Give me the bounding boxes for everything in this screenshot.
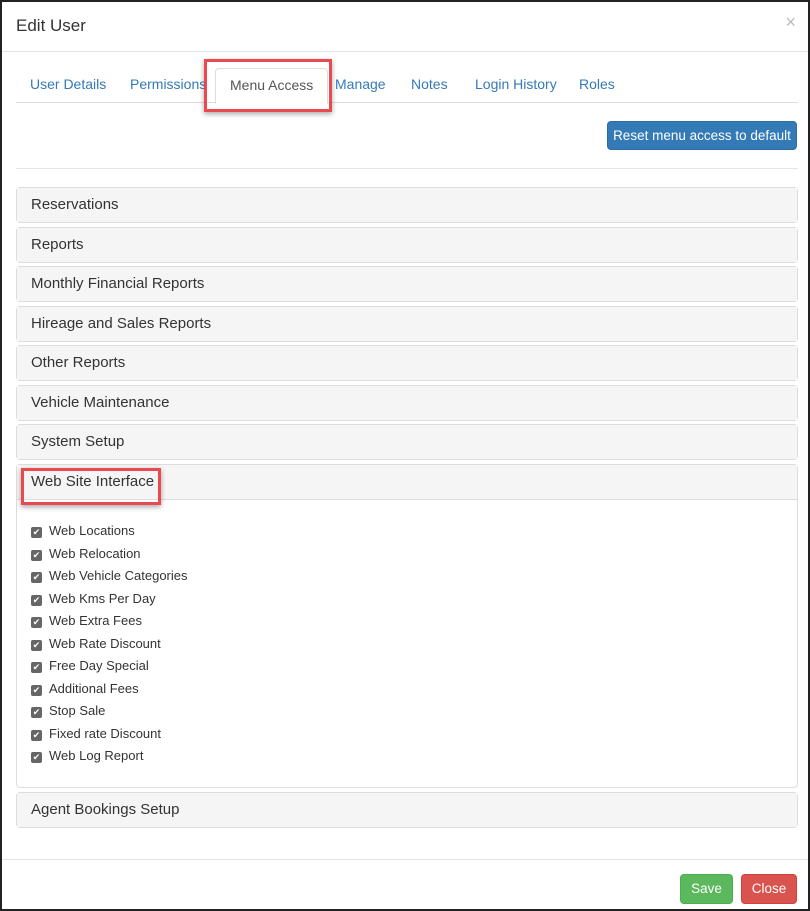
- reset-menu-access-button[interactable]: Reset menu access to default: [607, 121, 797, 150]
- modal-header: Edit User ×: [2, 2, 808, 52]
- checkbox[interactable]: ✔: [31, 549, 42, 561]
- panel-reservations[interactable]: Reservations: [16, 187, 798, 223]
- checkbox-item[interactable]: ✔ Web Log Report: [31, 745, 783, 768]
- checkbox-item[interactable]: ✔ Additional Fees: [31, 678, 783, 701]
- checkbox[interactable]: ✔: [31, 572, 42, 584]
- checkbox-label: Web Extra Fees: [49, 613, 142, 629]
- checkbox-item[interactable]: ✔ Web Extra Fees: [31, 610, 783, 633]
- panel-heading[interactable]: System Setup: [17, 425, 797, 459]
- close-button[interactable]: Close: [741, 874, 797, 904]
- checkbox-label: Web Kms Per Day: [49, 590, 156, 606]
- checkbox-item[interactable]: ✔ Free Day Special: [31, 655, 783, 678]
- checkbox-label: Web Vehicle Categories: [49, 568, 188, 584]
- tab-manage[interactable]: Manage: [321, 68, 400, 103]
- checkbox-label: Free Day Special: [49, 658, 149, 674]
- web-items-list: ✔ Web Locations ✔ Web Relocation ✔ Web Vehicl…: [17, 499, 797, 768]
- panel-heading[interactable]: Agent Bookings Setup: [17, 793, 797, 827]
- tab-login-history[interactable]: Login History: [461, 68, 571, 103]
- checkbox[interactable]: ✔: [31, 662, 42, 674]
- checkbox-item[interactable]: ✔ Stop Sale: [31, 700, 783, 723]
- save-button[interactable]: Save: [680, 874, 733, 904]
- checkbox[interactable]: ✔: [31, 707, 42, 719]
- modal-title: Edit User: [16, 16, 86, 35]
- checkbox[interactable]: ✔: [31, 729, 42, 741]
- divider: [16, 168, 798, 169]
- checkbox-label: Web Relocation: [49, 545, 141, 561]
- checkbox-label: Stop Sale: [49, 703, 106, 719]
- panel-agent-bookings-setup[interactable]: Agent Bookings Setup: [16, 792, 798, 828]
- checkbox[interactable]: ✔: [31, 684, 42, 696]
- checkbox-label: Web Rate Discount: [49, 635, 161, 651]
- checkbox-item[interactable]: ✔ Web Relocation: [31, 543, 783, 566]
- panel-heading[interactable]: Reports: [17, 228, 797, 262]
- tab-user-details[interactable]: User Details: [16, 68, 120, 103]
- panel-heading[interactable]: Other Reports: [17, 346, 797, 380]
- close-icon[interactable]: ×: [785, 12, 796, 33]
- checkbox-item[interactable]: ✔ Fixed rate Discount: [31, 723, 783, 746]
- panel-vehicle-maintenance[interactable]: Vehicle Maintenance: [16, 385, 798, 421]
- checkbox[interactable]: ✔: [31, 639, 42, 651]
- checkbox-item[interactable]: ✔ Web Locations: [31, 520, 783, 543]
- panel-system-setup[interactable]: System Setup: [16, 424, 798, 460]
- panel-hireage-sales-reports[interactable]: Hireage and Sales Reports: [16, 306, 798, 342]
- panel-monthly-financial-reports[interactable]: Monthly Financial Reports: [16, 266, 798, 302]
- checkbox[interactable]: ✔: [31, 752, 42, 764]
- highlight-box: [204, 59, 332, 112]
- highlight-box: [21, 468, 161, 505]
- tab-roles[interactable]: Roles: [565, 68, 629, 103]
- checkbox[interactable]: ✔: [31, 617, 42, 629]
- checkbox-item[interactable]: ✔ Web Rate Discount: [31, 633, 783, 656]
- panel-web-site-interface: Web Site Interface ✔ Web Locations ✔ Web Re…: [16, 464, 798, 788]
- checkbox-label: Additional Fees: [49, 680, 139, 696]
- checkbox-label: Web Locations: [49, 523, 135, 539]
- checkbox[interactable]: ✔: [31, 527, 42, 539]
- panel-heading[interactable]: Reservations: [17, 188, 797, 222]
- checkbox-item[interactable]: ✔ Web Vehicle Categories: [31, 565, 783, 588]
- panel-other-reports[interactable]: Other Reports: [16, 345, 798, 381]
- panel-heading[interactable]: Vehicle Maintenance: [17, 386, 797, 420]
- tab-notes[interactable]: Notes: [397, 68, 462, 103]
- checkbox[interactable]: ✔: [31, 594, 42, 606]
- modal-footer: [2, 859, 808, 860]
- tab-bar: User Details Permissions Menu Access Man…: [16, 68, 798, 104]
- checkbox-label: Web Log Report: [49, 748, 144, 764]
- edit-user-modal: Edit User × User Details Permissions Men…: [0, 0, 810, 911]
- checkbox-label: Fixed rate Discount: [49, 725, 161, 741]
- panel-reports[interactable]: Reports: [16, 227, 798, 263]
- panel-heading[interactable]: Hireage and Sales Reports: [17, 307, 797, 341]
- panel-heading[interactable]: Monthly Financial Reports: [17, 267, 797, 301]
- checkbox-item[interactable]: ✔ Web Kms Per Day: [31, 588, 783, 611]
